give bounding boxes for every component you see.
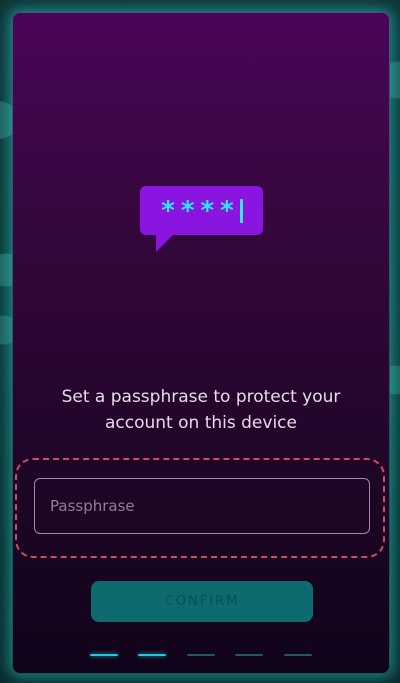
step-1: [90, 654, 118, 656]
chat-bubble-tail: [156, 234, 174, 252]
step-3: [187, 654, 215, 656]
step-indicator: [90, 654, 312, 658]
step-5: [284, 654, 312, 656]
passphrase-setup-card: **** Set a passphrase to protect your ac…: [12, 12, 390, 674]
step-4: [235, 654, 263, 656]
password-chat-bubble-icon: ****: [140, 186, 263, 235]
masked-pin-display: ****: [140, 186, 263, 235]
prompt-line-2: account on this device: [105, 413, 297, 433]
passphrase-prompt: Set a passphrase to protect your account…: [32, 384, 370, 436]
step-2: [138, 654, 166, 656]
pin-mask-text: ****: [160, 195, 239, 226]
text-cursor-icon: [239, 198, 243, 223]
passphrase-input[interactable]: [34, 478, 370, 534]
confirm-button[interactable]: CONFIRM: [91, 581, 313, 622]
prompt-line-1: Set a passphrase to protect your: [61, 387, 341, 407]
